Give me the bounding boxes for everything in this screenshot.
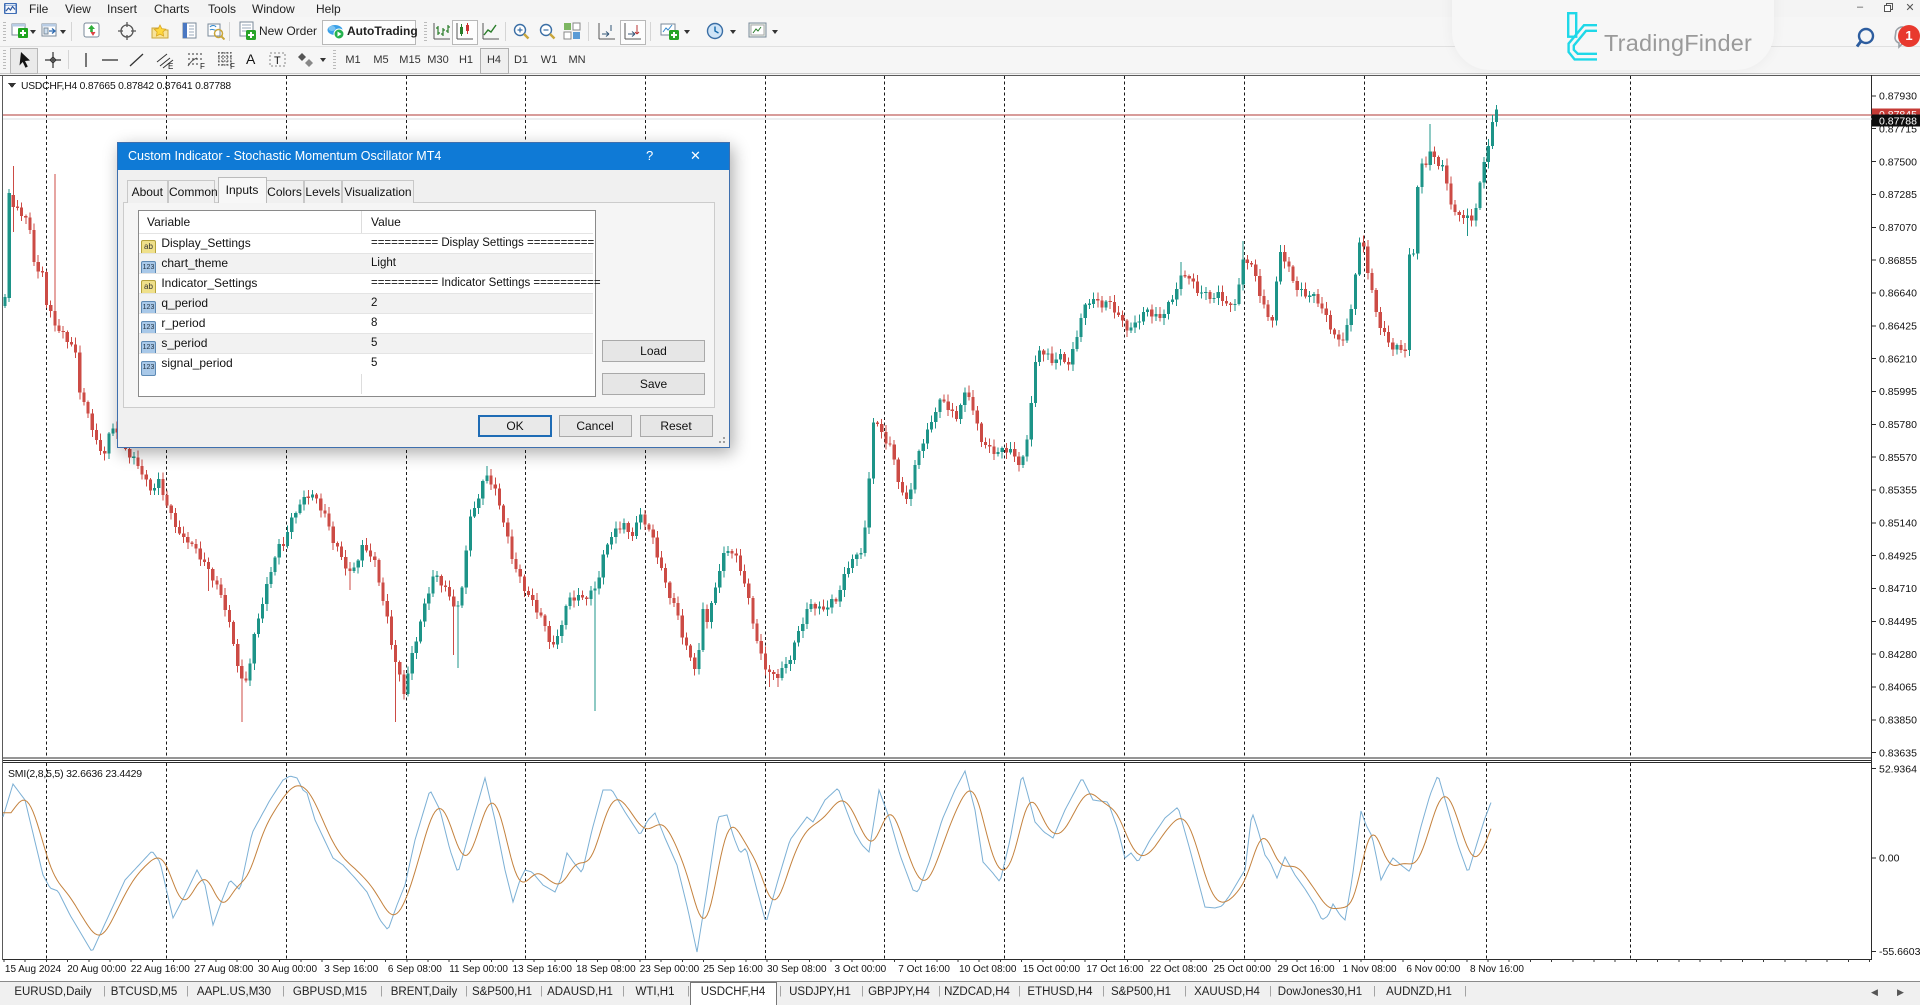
svg-text:25 Sep 16:00: 25 Sep 16:00 <box>703 964 763 975</box>
svg-text:0.84710: 0.84710 <box>1879 583 1917 595</box>
svg-text:7 Oct 16:00: 7 Oct 16:00 <box>898 964 950 975</box>
svg-text:23 Sep 00:00: 23 Sep 00:00 <box>640 964 700 975</box>
svg-text:0.84065: 0.84065 <box>1879 682 1917 694</box>
svg-text:F: F <box>230 62 235 70</box>
svg-text:0.85780: 0.85780 <box>1879 419 1917 431</box>
svg-text:3 Sep 16:00: 3 Sep 16:00 <box>324 964 378 975</box>
svg-text:0.86640: 0.86640 <box>1879 288 1917 300</box>
svg-text:T: T <box>274 55 281 67</box>
svg-text:10 Oct 08:00: 10 Oct 08:00 <box>959 964 1017 975</box>
svg-text:6 Nov 00:00: 6 Nov 00:00 <box>1406 964 1460 975</box>
svg-text:29 Oct 16:00: 29 Oct 16:00 <box>1277 964 1335 975</box>
svg-text:13 Sep 16:00: 13 Sep 16:00 <box>512 964 572 975</box>
svg-text:52.9364: 52.9364 <box>1879 763 1917 775</box>
svg-text:0.84280: 0.84280 <box>1879 649 1917 661</box>
svg-text:25 Oct 00:00: 25 Oct 00:00 <box>1214 964 1272 975</box>
svg-text:0.86855: 0.86855 <box>1879 255 1917 267</box>
svg-text:0.85140: 0.85140 <box>1879 518 1917 530</box>
svg-text:30 Aug 00:00: 30 Aug 00:00 <box>258 964 317 975</box>
svg-text:17 Oct 16:00: 17 Oct 16:00 <box>1086 964 1144 975</box>
svg-text:0.85355: 0.85355 <box>1879 485 1917 497</box>
svg-text:15 Aug 2024: 15 Aug 2024 <box>5 964 62 975</box>
svg-text:0.87788: 0.87788 <box>1879 115 1917 127</box>
svg-text:0.87070: 0.87070 <box>1879 222 1917 234</box>
svg-text:1 Nov 08:00: 1 Nov 08:00 <box>1343 964 1397 975</box>
svg-text:6 Sep 08:00: 6 Sep 08:00 <box>388 964 442 975</box>
svg-text:0.83635: 0.83635 <box>1879 747 1917 759</box>
svg-text:0.00: 0.00 <box>1879 853 1900 865</box>
svg-text:0.86210: 0.86210 <box>1879 353 1917 365</box>
svg-text:22 Oct 08:00: 22 Oct 08:00 <box>1150 964 1208 975</box>
svg-text:30 Sep 08:00: 30 Sep 08:00 <box>767 964 827 975</box>
svg-text:-55.6603: -55.6603 <box>1879 946 1920 958</box>
svg-text:E: E <box>168 62 173 70</box>
svg-text:22 Aug 16:00: 22 Aug 16:00 <box>131 964 190 975</box>
svg-text:0.84925: 0.84925 <box>1879 550 1917 562</box>
svg-text:0.85570: 0.85570 <box>1879 452 1917 464</box>
svg-text:USDCHF,H4 0.87665 0.87842 0.8: USDCHF,H4 0.87665 0.87842 0.87641 0.8778… <box>21 81 231 92</box>
svg-text:3 Oct 00:00: 3 Oct 00:00 <box>835 964 887 975</box>
svg-text:0.86425: 0.86425 <box>1879 321 1917 333</box>
svg-text:0.83850: 0.83850 <box>1879 715 1917 727</box>
svg-text:SMI(2,8,5,5) 32.6636 23.4429: SMI(2,8,5,5) 32.6636 23.4429 <box>8 768 142 780</box>
svg-text:F: F <box>200 62 205 70</box>
svg-text:0.87285: 0.87285 <box>1879 189 1917 201</box>
svg-text:0.84495: 0.84495 <box>1879 616 1917 628</box>
svg-text:27 Aug 08:00: 27 Aug 08:00 <box>194 964 253 975</box>
svg-text:0.87930: 0.87930 <box>1879 91 1917 103</box>
svg-text:18 Sep 08:00: 18 Sep 08:00 <box>576 964 636 975</box>
svg-text:8 Nov 16:00: 8 Nov 16:00 <box>1470 964 1524 975</box>
svg-text:0.85995: 0.85995 <box>1879 386 1917 398</box>
svg-text:0.87500: 0.87500 <box>1879 156 1917 168</box>
svg-text:11 Sep 00:00: 11 Sep 00:00 <box>449 964 508 975</box>
svg-text:15 Oct 00:00: 15 Oct 00:00 <box>1023 964 1081 975</box>
svg-text:20 Aug 00:00: 20 Aug 00:00 <box>67 964 126 975</box>
